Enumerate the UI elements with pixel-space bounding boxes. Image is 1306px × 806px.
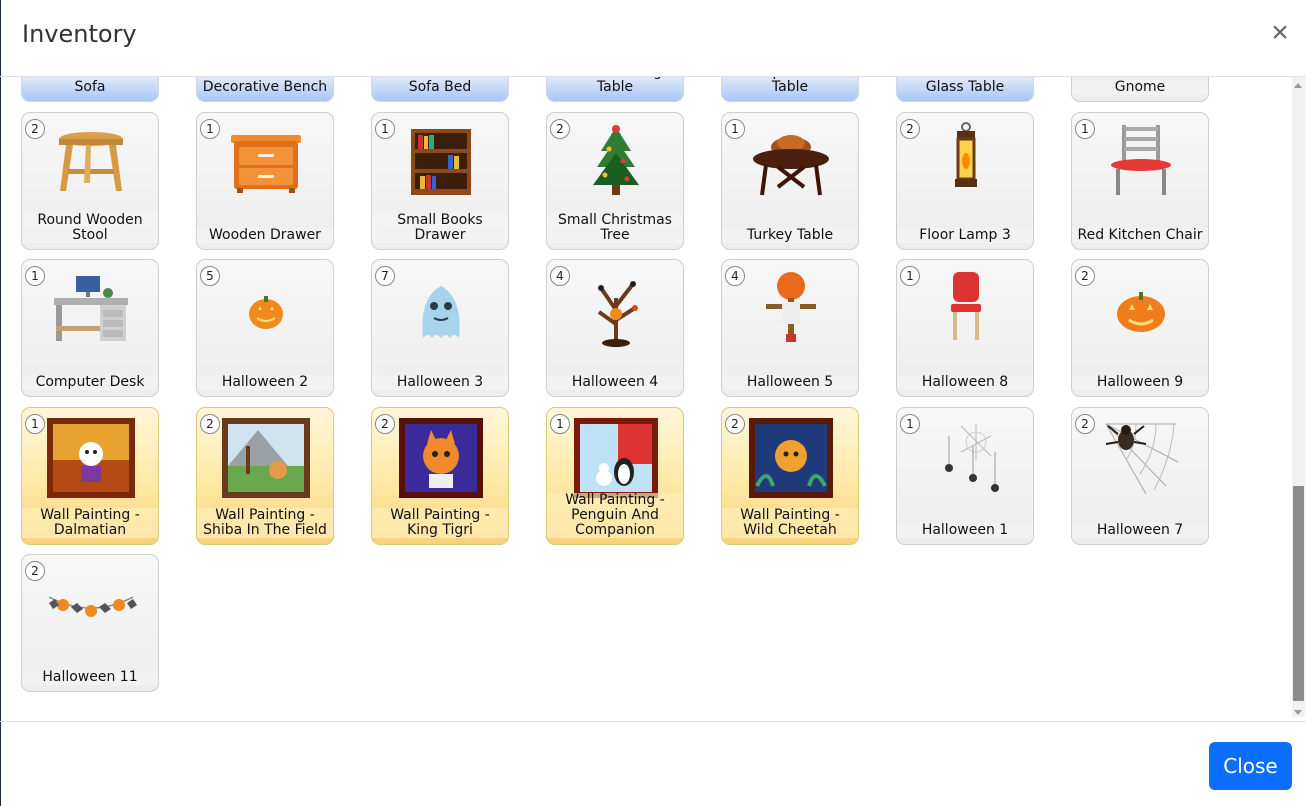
item-count-badge: 1	[550, 413, 570, 434]
item-label: Sofa Bed	[408, 79, 472, 95]
item-label: Wall Painting - King Tigri	[372, 507, 508, 538]
item-count-badge: 1	[200, 118, 220, 139]
item-label: Wall Painting - Dalmatian	[22, 507, 158, 538]
item-count-badge: 2	[900, 118, 920, 139]
item-count-badge: 2	[1075, 413, 1095, 434]
inventory-item[interactable]: Sofa Bed	[371, 77, 509, 102]
item-count-badge: 1	[725, 118, 745, 139]
inventory-item[interactable]: Glass Table	[896, 77, 1034, 102]
item-count-badge: 1	[900, 413, 920, 434]
inventory-item[interactable]: 2 Wall Painting - Wild Cheetah	[721, 406, 859, 545]
item-count-badge: 1	[900, 266, 920, 286]
item-label: Round Wooden Stool	[22, 212, 158, 243]
inventory-item[interactable]: 2 Halloween 9	[1071, 259, 1209, 397]
inventory-item[interactable]: Round Dining Table	[546, 77, 684, 102]
close-icon[interactable]: ×	[1268, 18, 1292, 48]
inventory-item[interactable]: Sofa	[21, 77, 159, 102]
item-label: Halloween 1	[897, 522, 1033, 538]
inventory-item[interactable]: 2 Floor Lamp 3	[896, 111, 1034, 250]
item-label: Halloween 5	[722, 375, 858, 390]
item-count-badge: 5	[200, 266, 220, 286]
inventory-item[interactable]: 7 Halloween 3	[371, 259, 509, 397]
inventory-item[interactable]: 4 Halloween 4	[546, 259, 684, 397]
item-label: Halloween 2	[197, 375, 333, 390]
inventory-item[interactable]: Simple Work Table	[721, 77, 859, 102]
inventory-item[interactable]: 1 Wall Painting - Dalmatian	[21, 406, 159, 545]
item-label: Wall Painting - Shiba In The Field	[197, 507, 333, 538]
item-label: Wall Painting - Wild Cheetah	[722, 507, 858, 538]
scroll-up-arrow-icon[interactable]	[1294, 83, 1302, 88]
modal-header: Inventory ×	[0, 0, 1306, 77]
inventory-item[interactable]: 5 Halloween 2	[196, 259, 334, 397]
item-label: Round Dining Table	[568, 77, 662, 95]
inventory-item[interactable]: 2 Wall Painting - Shiba In The Field	[196, 406, 334, 545]
item-label: Halloween 8	[897, 375, 1033, 390]
inventory-item[interactable]: 1 Wall Painting - Penguin And Companion	[546, 406, 684, 545]
item-count-badge: 4	[550, 266, 570, 286]
item-label: Halloween 3	[372, 375, 508, 390]
scroll-down-arrow-icon[interactable]	[1294, 710, 1302, 715]
item-count-badge: 4	[725, 266, 745, 286]
item-label: Halloween 7	[1072, 522, 1208, 538]
item-label: Decorative Bench	[202, 79, 328, 95]
item-label: Wall Painting - Penguin And Companion	[547, 492, 683, 538]
item-label: Glass Table	[925, 79, 1005, 95]
item-label: Halloween 11	[22, 670, 158, 685]
scrollbar[interactable]	[1292, 77, 1305, 717]
inventory-item[interactable]: 2 Wall Painting - King Tigri	[371, 406, 509, 545]
item-count-badge: 2	[1075, 266, 1095, 286]
item-count-badge: 2	[200, 413, 220, 434]
inventory-item[interactable]: 1 Wooden Drawer	[196, 111, 334, 250]
item-count-badge: 1	[25, 413, 45, 434]
inventory-item[interactable]: Decorative Bench	[196, 77, 334, 102]
inventory-item[interactable]: 2 Round Wooden Stool	[21, 111, 159, 250]
item-label: Simple Work Table	[746, 77, 834, 95]
inventory-item[interactable]: 1 Computer Desk	[21, 259, 159, 397]
item-label: Turkey Table	[722, 227, 858, 243]
inventory-modal: Inventory × Sofa Decorative Bench Sofa Bed…	[0, 0, 1306, 806]
inventory-item[interactable]: 1 Red Kitchen Chair	[1071, 111, 1209, 250]
inventory-item[interactable]: 1 Small Books Drawer	[371, 111, 509, 250]
item-label: Small Books Drawer	[372, 212, 508, 243]
item-count-badge: 7	[375, 266, 395, 286]
item-label: Computer Desk	[22, 375, 158, 390]
item-label: Red Kitchen Chair	[1072, 227, 1208, 243]
item-label: Wooden Drawer	[197, 227, 333, 243]
inventory-item[interactable]: 4 Halloween 5	[721, 259, 859, 397]
inventory-item[interactable]: 1 Halloween 8	[896, 259, 1034, 397]
item-count-badge: 1	[25, 266, 45, 286]
modal-title: Inventory	[22, 20, 137, 48]
inventory-item[interactable]: 2 Halloween 11	[21, 554, 159, 692]
item-count-badge: 2	[25, 118, 45, 139]
item-label: Floor Lamp 3	[897, 227, 1033, 243]
item-count-badge: 1	[375, 118, 395, 139]
item-label: Gnome	[1072, 80, 1208, 95]
inventory-item[interactable]: 1 Halloween 1	[896, 406, 1034, 545]
inventory-item[interactable]: 2 Halloween 7	[1071, 406, 1209, 545]
item-label: Halloween 9	[1072, 375, 1208, 390]
modal-body[interactable]: Sofa Decorative Bench Sofa Bed Round Dining…	[0, 77, 1306, 721]
inventory-item[interactable]: Gnome	[1071, 77, 1209, 102]
close-button[interactable]: Close	[1209, 742, 1292, 790]
item-count-badge: 2	[550, 118, 570, 139]
inventory-item[interactable]: 2 Small Christmas Tree	[546, 111, 684, 250]
item-label: Small Christmas Tree	[547, 212, 683, 243]
item-count-badge: 2	[25, 561, 45, 581]
item-count-badge: 1	[1075, 118, 1095, 139]
item-label: Halloween 4	[547, 375, 683, 390]
item-label: Sofa	[74, 79, 106, 95]
inventory-item[interactable]: 1 Turkey Table	[721, 111, 859, 250]
item-count-badge: 2	[375, 413, 395, 434]
item-count-badge: 2	[725, 413, 745, 434]
modal-footer: Close	[0, 721, 1306, 806]
scrollbar-thumb[interactable]	[1293, 486, 1304, 701]
